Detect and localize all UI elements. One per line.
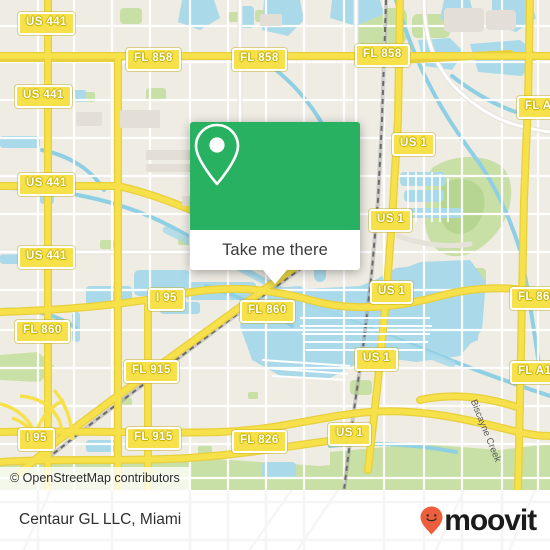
road-shield: FL 826 [232, 430, 287, 453]
road-shield: FL 860 [510, 287, 550, 310]
moovit-smiley-pin-icon [420, 506, 443, 534]
road-shield: FL 860 [15, 320, 70, 343]
road-shield: US 441 [18, 12, 75, 35]
road-shield: FL 915 [124, 360, 179, 383]
road-shield: FL 858 [355, 44, 410, 67]
map-pin-icon [194, 123, 240, 186]
road-shield: FL A1A [517, 96, 550, 119]
road-shield: US 1 [370, 281, 414, 304]
road-shield: US 1 [355, 348, 399, 371]
map-canvas[interactable]: US 441 FL 858 FL 858 FL 858 US 441 FL A1A US 1… [0, 0, 550, 490]
moovit-wordmark: moovit [444, 504, 537, 537]
road-shield: I 95 [18, 428, 55, 451]
road-shield: I 95 [148, 288, 185, 311]
road-shield: FL 860 [240, 300, 295, 323]
take-me-there-label: Take me there [222, 240, 328, 259]
road-shield: US 441 [15, 85, 72, 108]
map-screenshot: US 441 FL 858 FL 858 FL 858 US 441 FL A1A US 1… [0, 0, 550, 550]
road-shield: US 1 [392, 133, 436, 156]
place-title: Centaur GL LLC, Miami [19, 511, 182, 528]
road-shield: US 1 [369, 209, 413, 232]
road-shield: FL A1A [510, 361, 550, 384]
road-shield: US 441 [18, 173, 75, 196]
popup-icon-area [190, 122, 360, 230]
road-shield: FL 915 [126, 427, 181, 450]
road-shield: US 441 [18, 246, 75, 269]
road-shield: US 1 [328, 423, 372, 446]
road-shield: FL 858 [126, 48, 181, 71]
footer-bar: Centaur GL LLC, Miami moovit [0, 490, 550, 550]
location-popup-card[interactable]: Take me there [190, 122, 360, 284]
map-attribution[interactable]: © OpenStreetMap contributors [0, 467, 190, 490]
moovit-brand[interactable]: moovit [420, 504, 537, 537]
road-shield: FL 858 [232, 48, 287, 71]
popup-action-area[interactable]: Take me there [190, 230, 360, 270]
popup-pointer [263, 270, 287, 284]
